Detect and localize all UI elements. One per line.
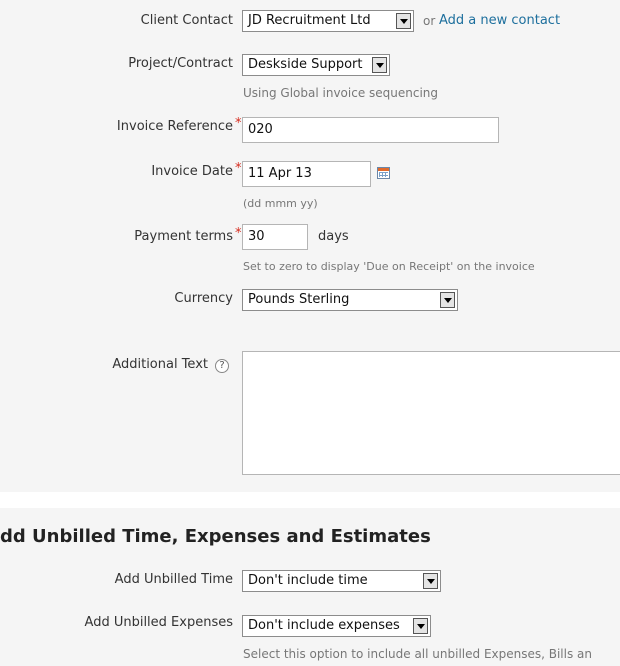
payment-terms-unit: days bbox=[318, 229, 349, 244]
payment-terms-input[interactable]: 30 bbox=[242, 224, 308, 250]
invoice-date-label: Invoice Date * bbox=[151, 161, 242, 179]
invoice-date-input[interactable]: 11 Apr 13 bbox=[242, 161, 371, 187]
add-unbilled-expenses-select[interactable]: Don't include expenses bbox=[242, 615, 431, 637]
payment-terms-hint: Set to zero to display 'Due on Receipt' … bbox=[243, 260, 535, 273]
add-unbilled-time-select[interactable]: Don't include time bbox=[242, 570, 441, 592]
chevron-down-icon bbox=[423, 573, 438, 589]
client-contact-label: Client Contact bbox=[140, 13, 233, 28]
client-contact-value: JD Recruitment Ltd bbox=[248, 13, 371, 28]
invoice-date-hint: (dd mmm yy) bbox=[243, 197, 318, 210]
project-contract-select[interactable]: Deskside Support bbox=[242, 54, 390, 76]
project-contract-hint: Using Global invoice sequencing bbox=[243, 86, 439, 100]
additional-text-label: Additional Text bbox=[112, 357, 208, 372]
currency-select[interactable]: Pounds Sterling bbox=[242, 289, 458, 311]
add-unbilled-time-label: Add Unbilled Time bbox=[114, 572, 233, 587]
invoice-reference-label: Invoice Reference * bbox=[116, 116, 242, 134]
chevron-down-icon bbox=[413, 618, 428, 634]
required-marker: * bbox=[235, 161, 242, 176]
required-marker: * bbox=[235, 116, 242, 131]
project-contract-value: Deskside Support bbox=[248, 57, 363, 72]
add-unbilled-time-value: Don't include time bbox=[248, 573, 368, 588]
client-contact-select[interactable]: JD Recruitment Ltd bbox=[242, 10, 414, 32]
chevron-down-icon bbox=[372, 57, 387, 73]
section-title: dd Unbilled Time, Expenses and Estimates bbox=[0, 526, 431, 547]
or-text: or bbox=[423, 14, 436, 28]
add-new-contact-link[interactable]: Add a new contact bbox=[439, 13, 560, 28]
add-unbilled-expenses-hint: Select this option to include all unbill… bbox=[243, 647, 593, 661]
currency-label: Currency bbox=[174, 291, 233, 306]
additional-text-textarea[interactable] bbox=[242, 351, 620, 475]
add-unbilled-expenses-label: Add Unbilled Expenses bbox=[84, 615, 233, 630]
calendar-icon[interactable] bbox=[377, 167, 390, 179]
invoice-reference-input[interactable]: 020 bbox=[242, 117, 499, 143]
required-marker: * bbox=[235, 226, 242, 241]
add-unbilled-expenses-value: Don't include expenses bbox=[248, 618, 400, 633]
payment-terms-label: Payment terms * bbox=[134, 226, 242, 244]
help-icon[interactable]: ? bbox=[215, 359, 229, 373]
project-contract-label: Project/Contract bbox=[128, 56, 233, 71]
chevron-down-icon bbox=[396, 13, 411, 29]
currency-value: Pounds Sterling bbox=[248, 292, 350, 307]
chevron-down-icon bbox=[440, 292, 455, 308]
